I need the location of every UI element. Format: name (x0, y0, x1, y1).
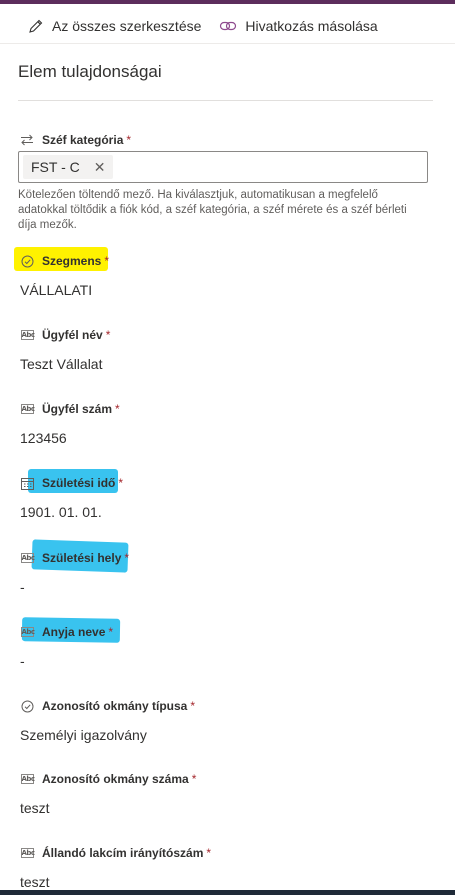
pencil-icon (29, 19, 43, 33)
text-field-icon: Abc (20, 627, 35, 637)
text-field-icon: Abc (20, 553, 35, 563)
client-number-field: Abc Ügyfél szám * 123456 (20, 400, 435, 446)
segment-label-row: Szegmens * (14, 247, 435, 271)
birth-place-field: Abc Születési hely * - (20, 539, 435, 595)
id-doc-number-value[interactable]: teszt (20, 800, 435, 816)
required-marker: * (190, 699, 196, 713)
id-doc-type-field: Azonosító okmány típusa * Személyi igazo… (20, 697, 435, 743)
safe-category-label: Széf kategória (42, 133, 124, 147)
segment-field: Szegmens * VÁLLALATI (14, 247, 435, 298)
client-number-label: Ügyfél szám (42, 402, 113, 416)
required-marker: * (206, 846, 212, 860)
edit-all-button[interactable]: Az összes szerkesztése (28, 18, 201, 34)
mother-name-label: Anyja neve (42, 625, 106, 639)
text-field-icon: Abc (20, 774, 35, 784)
chip-label: FST - C (31, 159, 80, 175)
text-field-icon: Abc (20, 330, 35, 340)
id-doc-type-label: Azonosító okmány típusa (42, 699, 188, 713)
safe-category-label-row: Széf kategória * (20, 131, 435, 149)
id-doc-type-label-row: Azonosító okmány típusa * (20, 697, 435, 715)
panel-title: Elem tulajdonságai (18, 62, 162, 81)
required-marker: * (108, 625, 114, 639)
client-name-value[interactable]: Teszt Vállalat (20, 356, 435, 372)
client-name-label-row: Abc Ügyfél név * (20, 326, 435, 344)
required-marker: * (104, 254, 110, 268)
required-marker: * (115, 402, 120, 416)
copy-link-button[interactable]: Hivatkozás másolása (219, 17, 378, 34)
client-name-label: Ügyfél név (42, 328, 103, 342)
copy-link-label: Hivatkozás másolása (245, 17, 378, 34)
postal-code-label: Állandó lakcím irányítószám (42, 846, 204, 860)
link-icon (220, 21, 237, 30)
id-doc-type-value[interactable]: Személyi igazolvány (20, 727, 435, 743)
client-number-value[interactable]: 123456 (20, 430, 435, 446)
postal-code-label-row: Abc Állandó lakcím irányítószám * (20, 844, 435, 862)
choice-arrows-icon (20, 133, 34, 147)
safe-category-field: Széf kategória * (20, 131, 435, 149)
check-circle-icon (20, 699, 34, 713)
top-accent-bar (0, 0, 455, 4)
birth-date-label: Születési idő (42, 476, 116, 490)
birth-date-value[interactable]: 1901. 01. 01. (20, 504, 435, 520)
id-doc-number-field: Abc Azonosító okmány száma * teszt (20, 770, 435, 816)
calendar-icon (20, 476, 34, 490)
required-marker: * (191, 772, 197, 786)
selected-chip: FST - C ✕ (23, 155, 114, 179)
mother-name-field: Abc Anyja neve * - (20, 617, 435, 669)
safe-category-combobox[interactable]: FST - C ✕ (18, 151, 428, 183)
safe-category-help: Kötelezően töltendő mező. Ha kiválasztju… (18, 189, 407, 231)
client-number-label-row: Abc Ügyfél szám * (20, 400, 435, 418)
birth-place-label: Születési hely (42, 551, 122, 565)
mother-name-label-row: Abc Anyja neve * (20, 617, 435, 643)
id-doc-number-label-row: Abc Azonosító okmány száma * (20, 770, 435, 788)
segment-value[interactable]: VÁLLALATI (20, 282, 435, 298)
mother-name-value[interactable]: - (20, 653, 435, 669)
birth-date-label-row: Születési idő * (20, 469, 435, 493)
remove-chip-icon[interactable]: ✕ (94, 159, 106, 176)
bottom-bar (0, 890, 455, 895)
edit-all-label: Az összes szerkesztése (52, 17, 202, 34)
required-marker: * (124, 551, 130, 565)
segment-label: Szegmens (42, 254, 102, 268)
id-doc-number-label: Azonosító okmány száma (42, 772, 189, 786)
text-field-icon: Abc (20, 848, 35, 858)
required-marker: * (105, 328, 111, 342)
postal-code-value[interactable]: teszt (20, 874, 435, 890)
text-field-icon: Abc (20, 404, 35, 414)
required-marker: * (118, 476, 124, 490)
postal-code-field: Abc Állandó lakcím irányítószám * teszt (20, 844, 435, 890)
command-bar: Az összes szerkesztése Hivatkozás másolá… (0, 8, 455, 44)
required-marker: * (126, 133, 132, 147)
title-divider (18, 100, 433, 101)
check-circle-icon (20, 254, 34, 268)
birth-date-field: Születési idő * 1901. 01. 01. (20, 469, 435, 520)
client-name-field: Abc Ügyfél név * Teszt Vállalat (20, 326, 435, 372)
birth-place-value[interactable]: - (20, 579, 435, 595)
birth-place-label-row: Abc Születési hely * (20, 539, 435, 573)
